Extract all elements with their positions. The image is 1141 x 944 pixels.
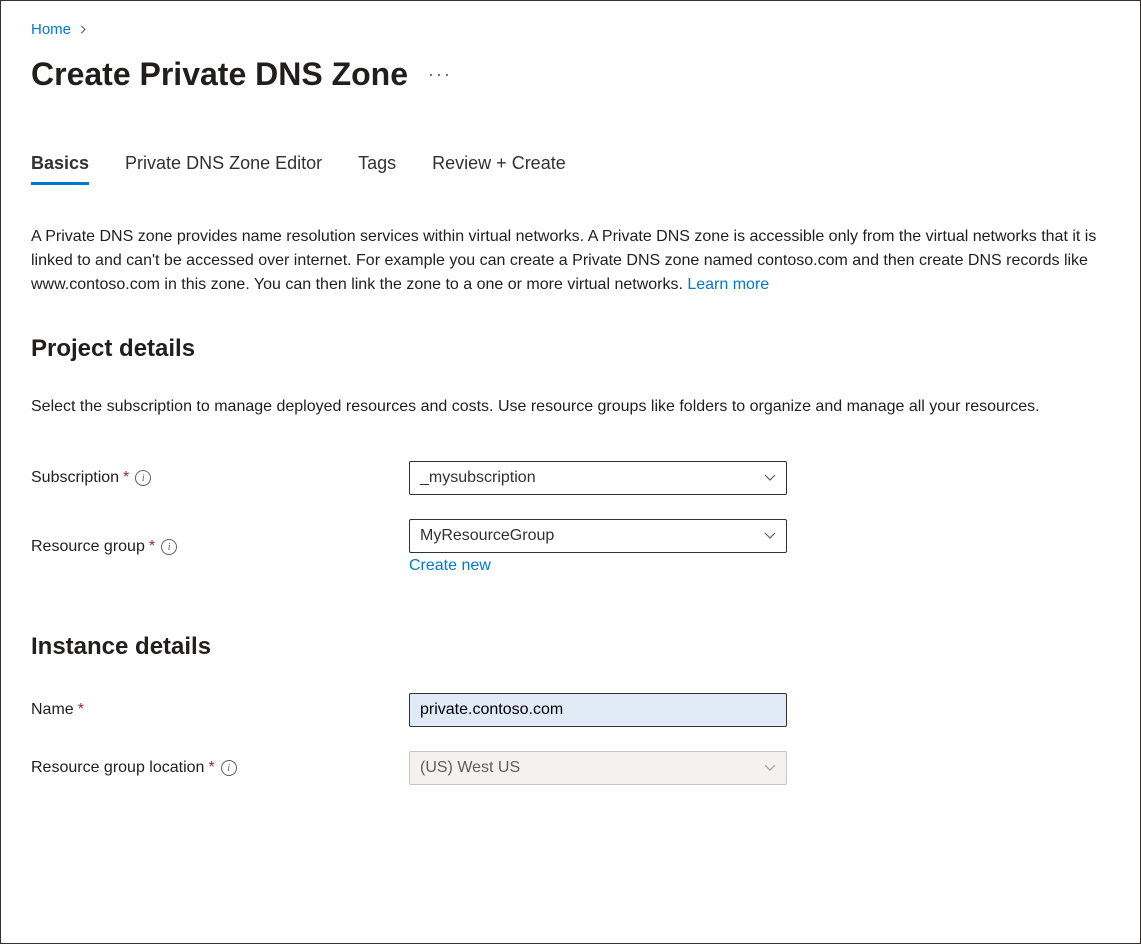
required-indicator: * (149, 538, 155, 556)
resource-group-label: Resource group (31, 538, 145, 556)
page-title: Create Private DNS Zone (31, 56, 408, 93)
tab-basics[interactable]: Basics (31, 153, 89, 185)
resource-group-value: MyResourceGroup (420, 527, 554, 545)
tab-review-create[interactable]: Review + Create (432, 153, 566, 185)
create-new-link[interactable]: Create new (409, 557, 491, 575)
required-indicator: * (78, 701, 84, 719)
chevron-down-icon (764, 529, 776, 543)
chevron-down-icon (764, 761, 776, 775)
breadcrumb-home-link[interactable]: Home (31, 21, 71, 38)
resource-group-location-label: Resource group location (31, 759, 204, 777)
breadcrumb: Home (31, 21, 1110, 38)
resource-group-location-value: (US) West US (420, 759, 520, 777)
resource-group-location-select: (US) West US (409, 751, 787, 785)
subscription-label: Subscription (31, 469, 119, 487)
required-indicator: * (208, 759, 214, 777)
chevron-down-icon (764, 471, 776, 485)
project-details-description: Select the subscription to manage deploy… (31, 395, 1106, 419)
tab-tags[interactable]: Tags (358, 153, 396, 185)
required-indicator: * (123, 469, 129, 487)
tab-bar: Basics Private DNS Zone Editor Tags Revi… (31, 153, 1110, 185)
subscription-select[interactable]: _mysubscription (409, 461, 787, 495)
chevron-right-icon (79, 22, 88, 37)
instance-details-heading: Instance details (31, 633, 1110, 661)
subscription-value: _mysubscription (420, 469, 536, 487)
page-description: A Private DNS zone provides name resolut… (31, 225, 1106, 297)
name-input[interactable] (409, 693, 787, 727)
info-icon[interactable]: i (135, 470, 151, 486)
description-text: A Private DNS zone provides name resolut… (31, 228, 1096, 293)
resource-group-select[interactable]: MyResourceGroup (409, 519, 787, 553)
learn-more-link[interactable]: Learn more (687, 276, 769, 293)
tab-private-dns-zone-editor[interactable]: Private DNS Zone Editor (125, 153, 322, 185)
name-label: Name (31, 701, 74, 719)
info-icon[interactable]: i (161, 539, 177, 555)
info-icon[interactable]: i (221, 760, 237, 776)
project-details-heading: Project details (31, 335, 1110, 363)
more-icon[interactable]: ··· (428, 64, 452, 85)
